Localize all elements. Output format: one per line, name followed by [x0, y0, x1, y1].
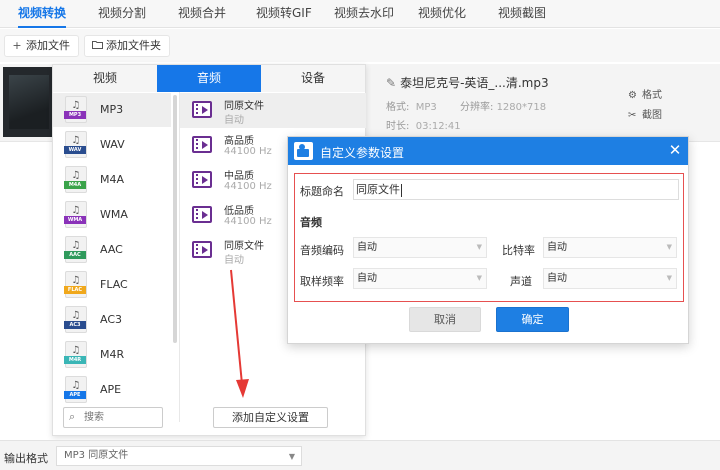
add-folder-button[interactable]: 添加文件夹	[84, 35, 170, 57]
channels-label: 声道	[510, 275, 532, 288]
close-icon[interactable]: ✕	[666, 141, 684, 159]
screenshot-button[interactable]: ✂ 截图	[628, 106, 662, 121]
format-item-mp3[interactable]: ♫ MP3 MP3	[53, 93, 171, 127]
format-item-wav[interactable]: ♫ WAV WAV	[53, 128, 171, 162]
edit-icon[interactable]: ✎	[386, 76, 396, 90]
format-list: ♫ MP3 MP3 ♫ WAV WAV ♫ M4A M4A ♫ WMA WMA ♫ AAC…	[53, 92, 173, 422]
format-item-wma[interactable]: ♫ WMA WMA	[53, 198, 171, 232]
tab-video-optimize[interactable]: 视频优化	[418, 0, 466, 28]
tab-audio[interactable]: 音频	[157, 65, 261, 92]
ape-file-icon: ♫ APE	[64, 376, 87, 403]
audio-codec-select[interactable]: 自动 ▼	[353, 237, 487, 258]
toolbar: + 添加文件 添加文件夹	[0, 29, 720, 62]
top-tab-bar: 视频转换 视频分割 视频合并 视频转GIF 视频去水印 视频优化 视频截图	[0, 0, 720, 28]
chevron-down-icon: ▼	[666, 243, 672, 251]
film-icon	[192, 241, 212, 258]
format-item-aac[interactable]: ♫ AAC AAC	[53, 233, 171, 267]
tab-video-convert[interactable]: 视频转换	[18, 0, 67, 28]
format-item-flac[interactable]: ♫ FLAC FLAC	[53, 268, 171, 302]
format-item-ac3[interactable]: ♫ AC3 AC3	[53, 303, 171, 337]
output-format-label: 输出格式	[4, 452, 48, 465]
add-custom-setting-button[interactable]: 添加自定义设置	[213, 407, 328, 428]
bitrate-label: 比特率	[502, 244, 535, 257]
chevron-down-icon: ▼	[476, 243, 482, 251]
film-icon	[192, 136, 212, 153]
tab-device[interactable]: 设备	[261, 65, 365, 92]
quality-item-original[interactable]: 同原文件 自动	[180, 93, 366, 128]
audio-section-label: 音频	[300, 216, 322, 229]
folder-icon	[91, 36, 103, 56]
film-icon	[192, 101, 212, 118]
file-format: 格式: MP3	[386, 102, 437, 113]
format-item-m4a[interactable]: ♫ M4A M4A	[53, 163, 171, 197]
text-caret	[401, 183, 402, 197]
custom-settings-dialog: 自定义参数设置 ✕ 标题命名 同原文件 音频 音频编码 自动 ▼ 比特率 自动 ▼ …	[287, 136, 689, 344]
mp3-file-icon: ♫ MP3	[64, 96, 87, 123]
video-settings-icon	[294, 142, 313, 160]
red-arrow-annotation	[230, 269, 249, 398]
format-setting-button[interactable]: ⚙ 格式	[628, 86, 662, 101]
file-duration: 时长: 03:12:41	[386, 121, 461, 132]
search-icon: ⌕	[69, 410, 76, 423]
film-icon	[192, 171, 212, 188]
settings-highlight-box: 标题命名 同原文件 音频 音频编码 自动 ▼ 比特率 自动 ▼ 取样频率 自动 ▼ 声…	[294, 173, 684, 302]
tab-video[interactable]: 视频	[53, 65, 157, 92]
title-name-label: 标题命名	[300, 185, 344, 198]
format-item-ape[interactable]: ♫ APE APE	[53, 373, 171, 407]
sample-rate-label: 取样频率	[300, 275, 344, 288]
channels-select[interactable]: 自动 ▼	[543, 268, 677, 289]
ac3-file-icon: ♫ AC3	[64, 306, 87, 333]
audio-codec-label: 音频编码	[300, 244, 344, 257]
sample-rate-select[interactable]: 自动 ▼	[353, 268, 487, 289]
tab-video-to-gif[interactable]: 视频转GIF	[256, 0, 312, 28]
format-item-m4r[interactable]: ♫ M4R M4R	[53, 338, 171, 372]
chevron-down-icon: ▼	[666, 274, 672, 282]
tab-video-split[interactable]: 视频分割	[98, 0, 146, 28]
file-name[interactable]: ✎ 泰坦尼克号-英语_...清.mp3	[386, 74, 549, 91]
confirm-button[interactable]: 确定	[496, 307, 569, 332]
format-category-tabs: 视频 音频 设备	[53, 65, 365, 92]
output-format-row: 输出格式 MP3 同原文件 ▼	[0, 440, 720, 470]
output-format-select[interactable]: MP3 同原文件 ▼	[56, 446, 302, 466]
tab-video-merge[interactable]: 视频合并	[178, 0, 226, 28]
bitrate-select[interactable]: 自动 ▼	[543, 237, 677, 258]
m4r-file-icon: ♫ M4R	[64, 341, 87, 368]
flac-file-icon: ♫ FLAC	[64, 271, 87, 298]
plus-icon: +	[12, 39, 22, 52]
dialog-title: 自定义参数设置	[320, 146, 405, 160]
format-search[interactable]: ⌕	[63, 407, 163, 428]
tab-video-screenshot[interactable]: 视频截图	[498, 0, 546, 28]
scissors-icon: ✂	[628, 110, 637, 121]
chevron-down-icon: ▼	[288, 452, 295, 461]
file-resolution: 分辨率: 1280*718	[460, 102, 547, 113]
chevron-down-icon: ▼	[476, 274, 482, 282]
search-input[interactable]	[84, 410, 160, 425]
wma-file-icon: ♫ WMA	[64, 201, 87, 228]
cancel-button[interactable]: 取消	[409, 307, 481, 332]
m4a-file-icon: ♫ M4A	[64, 166, 87, 193]
format-list-scrollbar[interactable]	[173, 95, 177, 343]
dialog-header: 自定义参数设置 ✕	[288, 137, 688, 165]
add-file-button[interactable]: + 添加文件	[4, 35, 79, 57]
film-icon	[192, 206, 212, 223]
video-thumbnail	[3, 67, 55, 137]
gear-icon: ⚙	[628, 90, 637, 101]
title-name-field[interactable]: 同原文件	[353, 179, 679, 200]
aac-file-icon: ♫ AAC	[64, 236, 87, 263]
wav-file-icon: ♫ WAV	[64, 131, 87, 158]
tab-remove-watermark[interactable]: 视频去水印	[334, 0, 394, 28]
